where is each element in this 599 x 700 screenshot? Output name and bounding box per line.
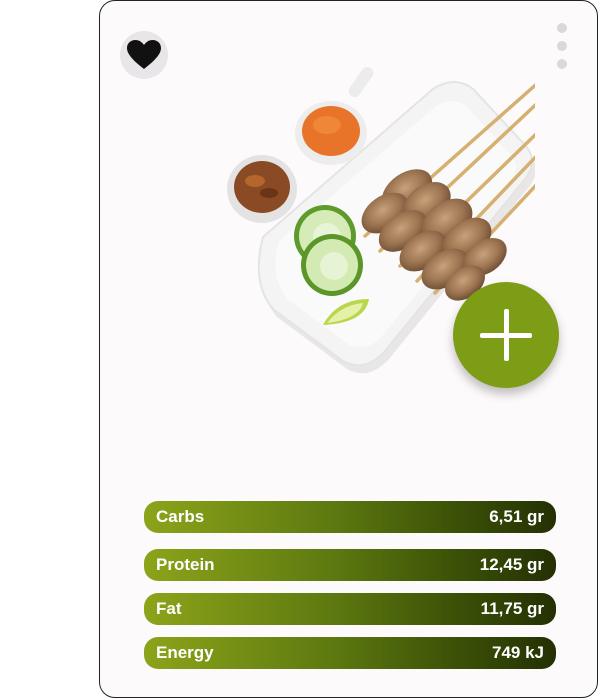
nutrition-bar-carbs: Carbs 6,51 gr (144, 501, 556, 533)
dot (557, 41, 567, 51)
food-card: Carbs 6,51 gr Protein 12,45 gr Fat 11,75… (99, 0, 598, 698)
nutrition-value: 11,75 gr (480, 599, 544, 618)
nutrition-label: Fat (156, 599, 182, 618)
nutrition-bar-energy: Energy 749 kJ (144, 637, 556, 669)
more-options-button[interactable] (555, 23, 569, 69)
nutrition-label: Energy (156, 643, 214, 662)
nutrition-value: 6,51 gr (489, 507, 544, 526)
nutrition-bar-protein: Protein 12,45 gr (144, 549, 556, 581)
nutrition-label: Protein (156, 555, 215, 574)
dot (557, 23, 567, 33)
nutrition-bar-fat: Fat 11,75 gr (144, 593, 556, 625)
dot (557, 59, 567, 69)
nutrition-label: Carbs (156, 507, 205, 526)
add-button[interactable] (453, 282, 559, 388)
nutrition-value: 749 kJ (492, 643, 544, 662)
nutrition-value: 12,45 gr (479, 555, 544, 574)
